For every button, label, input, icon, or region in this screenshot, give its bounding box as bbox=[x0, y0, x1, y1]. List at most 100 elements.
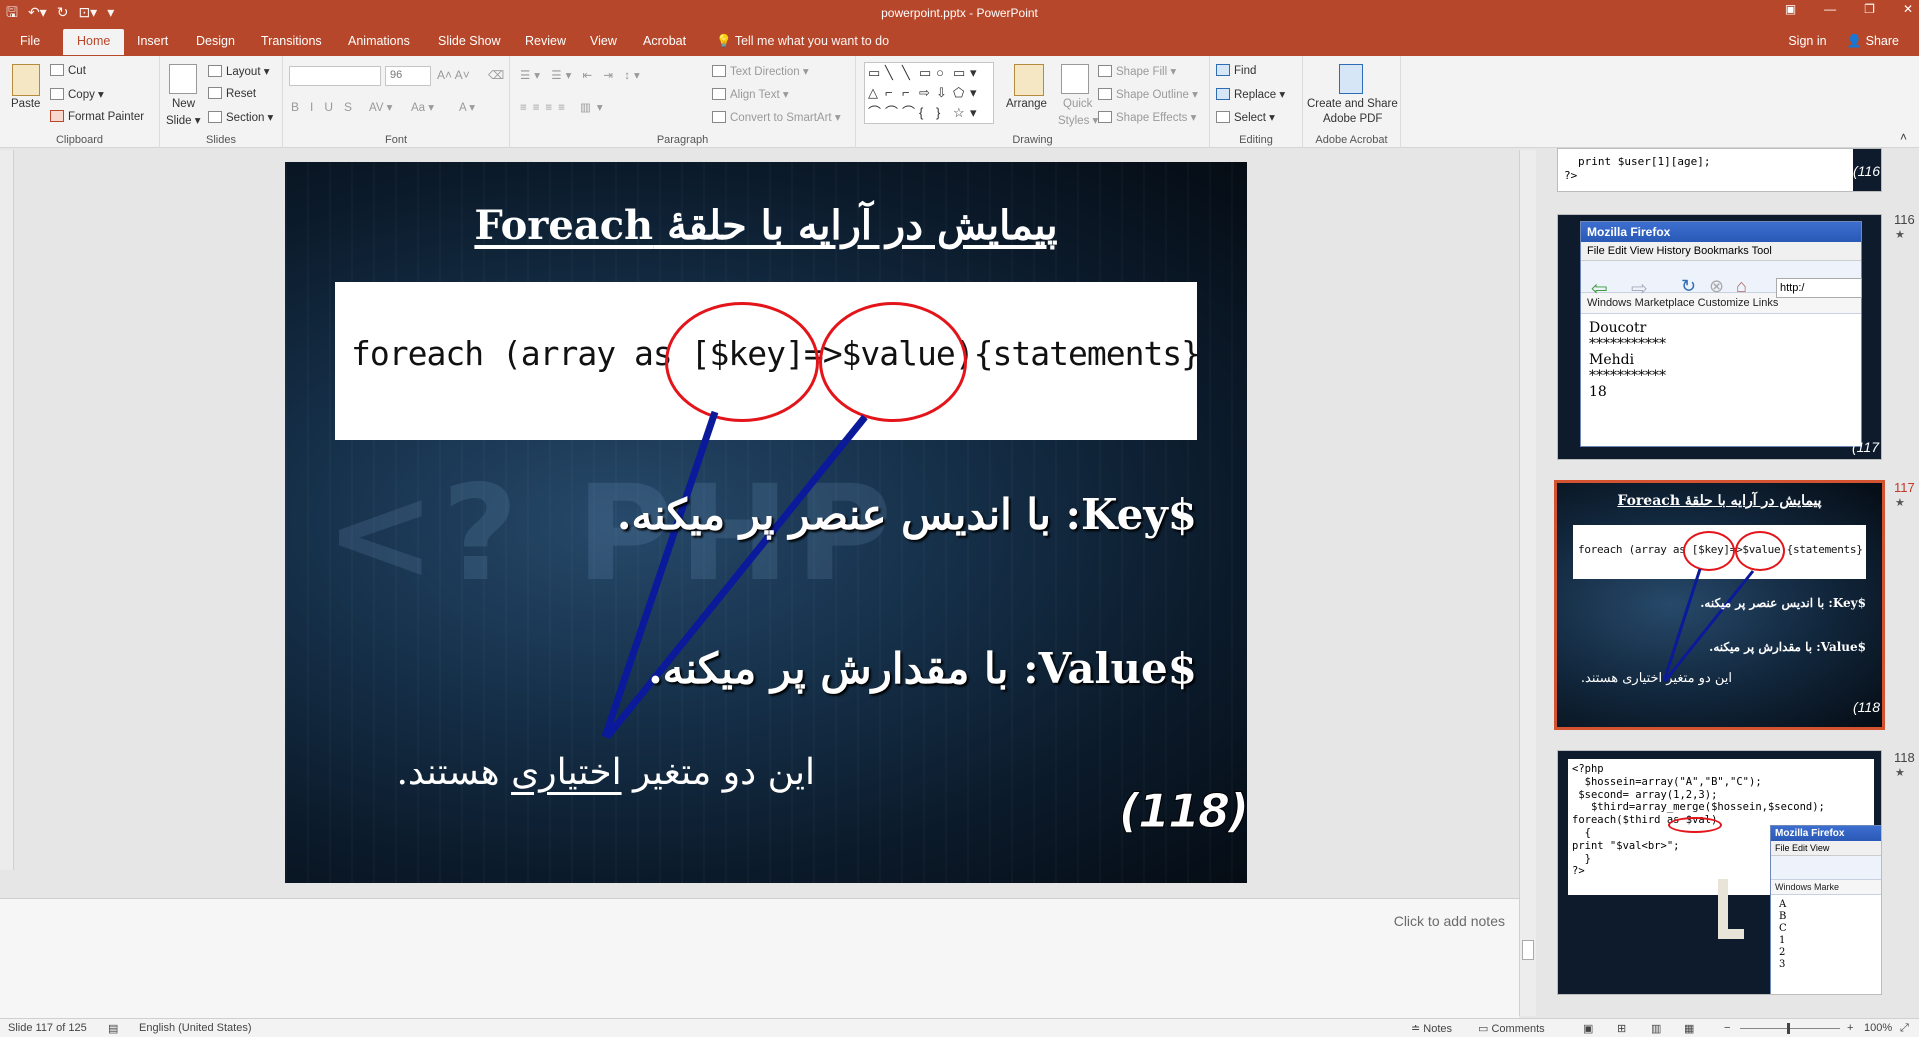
tab-slide-show[interactable]: Slide Show bbox=[438, 34, 501, 48]
forward-arrow-icon: ⇨ bbox=[1631, 278, 1648, 300]
change-case-icon[interactable]: Aa ▾ bbox=[411, 100, 434, 114]
new-slide-icon[interactable] bbox=[169, 64, 197, 94]
format-painter-button[interactable]: Format Painter bbox=[50, 110, 144, 123]
ribbon-display-options-icon[interactable]: ▣ bbox=[1785, 2, 1796, 16]
tab-transitions[interactable]: Transitions bbox=[261, 34, 322, 48]
restore-icon[interactable]: ❐ bbox=[1864, 2, 1875, 16]
collapse-ribbon-icon[interactable]: ˄ bbox=[1900, 130, 1907, 144]
value-description[interactable]: $Value: با مقدارش پر میکنه. bbox=[648, 644, 1197, 693]
arrange-button[interactable]: Arrange bbox=[1006, 98, 1047, 110]
font-size-box[interactable]: 96 bbox=[385, 66, 431, 86]
normal-view-icon[interactable]: ▣ bbox=[1583, 1022, 1593, 1035]
shape-fill-button[interactable]: Shape Fill ▾ bbox=[1098, 64, 1176, 78]
output-line-2: *********** bbox=[1589, 336, 1666, 352]
align-text-button[interactable]: Align Text ▾ bbox=[712, 87, 789, 101]
grow-font-icon[interactable]: A˄ A˅ bbox=[437, 68, 470, 82]
thumb-118-ff-bookmarks: Windows Marke bbox=[1771, 880, 1881, 895]
section-button[interactable]: Section ▾ bbox=[208, 110, 273, 124]
key-description[interactable]: $Key: با اندیس عنصر پر میکنه. bbox=[617, 490, 1197, 539]
notes-toggle[interactable]: ≐ Notes bbox=[1411, 1022, 1452, 1035]
paste-icon[interactable] bbox=[12, 64, 40, 96]
scroll-thumb[interactable] bbox=[1522, 940, 1534, 960]
replace-button[interactable]: Replace ▾ bbox=[1216, 87, 1285, 101]
tab-acrobat[interactable]: Acrobat bbox=[643, 34, 686, 48]
char-spacing-icon[interactable]: AV ▾ bbox=[369, 100, 392, 114]
text-direction-label: Text Direction bbox=[730, 66, 800, 78]
acrobat-label: Adobe Acrobat bbox=[1315, 134, 1388, 146]
cut-label: Cut bbox=[68, 65, 86, 77]
clear-formatting-icon[interactable]: ⌫ bbox=[488, 68, 504, 82]
create-pdf-icon[interactable] bbox=[1339, 64, 1363, 94]
note-part-1: این دو متغیر bbox=[621, 752, 815, 793]
tab-review[interactable]: Review bbox=[525, 34, 566, 48]
new-slide-button[interactable]: Slide ▾ bbox=[166, 113, 201, 127]
tab-insert[interactable]: Insert bbox=[137, 34, 168, 48]
font-style-buttons[interactable]: BIUS bbox=[291, 100, 363, 114]
list-buttons[interactable]: ☰▾ ☰▾ ⇤ ⇥ ↕▾ bbox=[520, 68, 644, 82]
tab-view[interactable]: View bbox=[590, 34, 617, 48]
tab-animations[interactable]: Animations bbox=[348, 34, 410, 48]
zoom-slider[interactable] bbox=[1740, 1028, 1840, 1029]
code-line: $third=array_merge($hossein,$second); bbox=[1572, 801, 1825, 814]
reading-view-icon[interactable]: ▥ bbox=[1651, 1022, 1661, 1035]
shape-outline-button[interactable]: Shape Outline ▾ bbox=[1098, 87, 1198, 101]
text-direction-button[interactable]: Text Direction ▾ bbox=[712, 64, 809, 78]
font-color-icon[interactable]: A ▾ bbox=[459, 100, 475, 114]
code-line: <?php bbox=[1572, 763, 1604, 775]
scissors-icon bbox=[50, 64, 64, 76]
font-name-box[interactable] bbox=[289, 66, 381, 86]
select-button[interactable]: Select ▾ bbox=[1216, 110, 1275, 124]
firefox-title: Mozilla Firefox bbox=[1581, 222, 1861, 242]
slide-thumbnail-115[interactable]: print $user[1][age]; ?> (116 bbox=[1557, 148, 1882, 192]
find-button[interactable]: Find bbox=[1216, 64, 1256, 77]
output-line: B bbox=[1779, 911, 1787, 922]
quick-styles-icon[interactable] bbox=[1061, 64, 1089, 94]
quick-styles-label-1[interactable]: Quick bbox=[1063, 98, 1092, 110]
share-button[interactable]: 👤 Share bbox=[1847, 34, 1899, 49]
notes-pane[interactable]: Click to add notes bbox=[0, 898, 1519, 1018]
note-part-2: هستند. bbox=[396, 752, 512, 793]
create-share-label[interactable]: Create and Share bbox=[1307, 98, 1398, 110]
comments-toggle[interactable]: ▭ Comments bbox=[1478, 1022, 1545, 1035]
quick-styles-label-2: Styles bbox=[1058, 115, 1090, 127]
spell-check-icon[interactable]: ▤ bbox=[108, 1022, 118, 1035]
zoom-level[interactable]: 100% bbox=[1864, 1022, 1892, 1034]
minimize-icon[interactable]: — bbox=[1824, 2, 1836, 16]
slide-thumbnail-118[interactable]: <?php $hossein=array("A","B","C"); $seco… bbox=[1557, 750, 1882, 995]
zoom-in-icon[interactable]: + bbox=[1847, 1022, 1853, 1034]
thumb-number-117: 117 bbox=[1894, 480, 1915, 495]
slide-thumbnail-117[interactable]: پیمایش در آرایه با حلقهٔ Foreach foreach… bbox=[1554, 480, 1885, 730]
smartart-button[interactable]: Convert to SmartArt ▾ bbox=[712, 110, 841, 124]
cut-button[interactable]: Cut bbox=[50, 64, 86, 77]
zoom-slider-thumb[interactable] bbox=[1787, 1023, 1790, 1034]
layout-button[interactable]: Layout ▾ bbox=[208, 64, 270, 78]
paste-button[interactable]: Paste bbox=[11, 98, 40, 110]
optional-variables-note[interactable]: این دو متغیر اختیاری هستند. bbox=[396, 752, 815, 793]
slide-canvas[interactable]: <? PHP پیمایش در آرایه با حلقهٔ Foreach … bbox=[285, 162, 1247, 883]
align-buttons[interactable]: ≡≡≡≡ ▥▾ bbox=[520, 100, 609, 114]
close-icon[interactable]: ✕ bbox=[1903, 2, 1913, 16]
tab-design[interactable]: Design bbox=[196, 34, 235, 48]
tell-me-box[interactable]: 💡 Tell me what you want to do bbox=[716, 34, 889, 49]
slide-number-label[interactable]: (118) bbox=[1118, 784, 1247, 839]
shape-effects-button[interactable]: Shape Effects ▾ bbox=[1098, 110, 1196, 124]
sign-in-link[interactable]: Sign in bbox=[1788, 34, 1826, 49]
slide-sorter-icon[interactable]: ⊞ bbox=[1617, 1022, 1626, 1035]
shapes-gallery[interactable]: ▭ ╲ ╲ ▭ ○ ▭ ▾ △ ⌐ ⌐ ⇨ ⇩ ⬠ ▾ ⌒ ⌒ ⌒{} ☆ ▾ bbox=[864, 62, 994, 124]
adobe-pdf-label[interactable]: Adobe PDF bbox=[1323, 113, 1382, 125]
arrange-icon[interactable] bbox=[1014, 64, 1044, 96]
slide-counter[interactable]: Slide 117 of 125 bbox=[8, 1022, 87, 1034]
slideshow-icon[interactable]: ▦ bbox=[1684, 1022, 1694, 1035]
zoom-out-icon[interactable]: − bbox=[1724, 1022, 1730, 1034]
new-slide-label-1[interactable]: New bbox=[172, 98, 195, 110]
left-scroll-strip bbox=[0, 150, 14, 870]
vertical-scrollbar[interactable] bbox=[1519, 150, 1536, 1016]
quick-styles-button[interactable]: Styles ▾ bbox=[1058, 113, 1098, 127]
slide-thumbnail-116[interactable]: Mozilla Firefox File Edit View History B… bbox=[1557, 214, 1882, 460]
fit-slide-icon[interactable]: ⤢ bbox=[1900, 1022, 1909, 1035]
reset-button[interactable]: Reset bbox=[208, 87, 256, 100]
tab-home[interactable]: Home bbox=[63, 29, 125, 55]
tab-file[interactable]: File bbox=[20, 34, 40, 48]
language-indicator[interactable]: English (United States) bbox=[139, 1022, 252, 1034]
copy-button[interactable]: Copy ▾ bbox=[50, 87, 104, 101]
